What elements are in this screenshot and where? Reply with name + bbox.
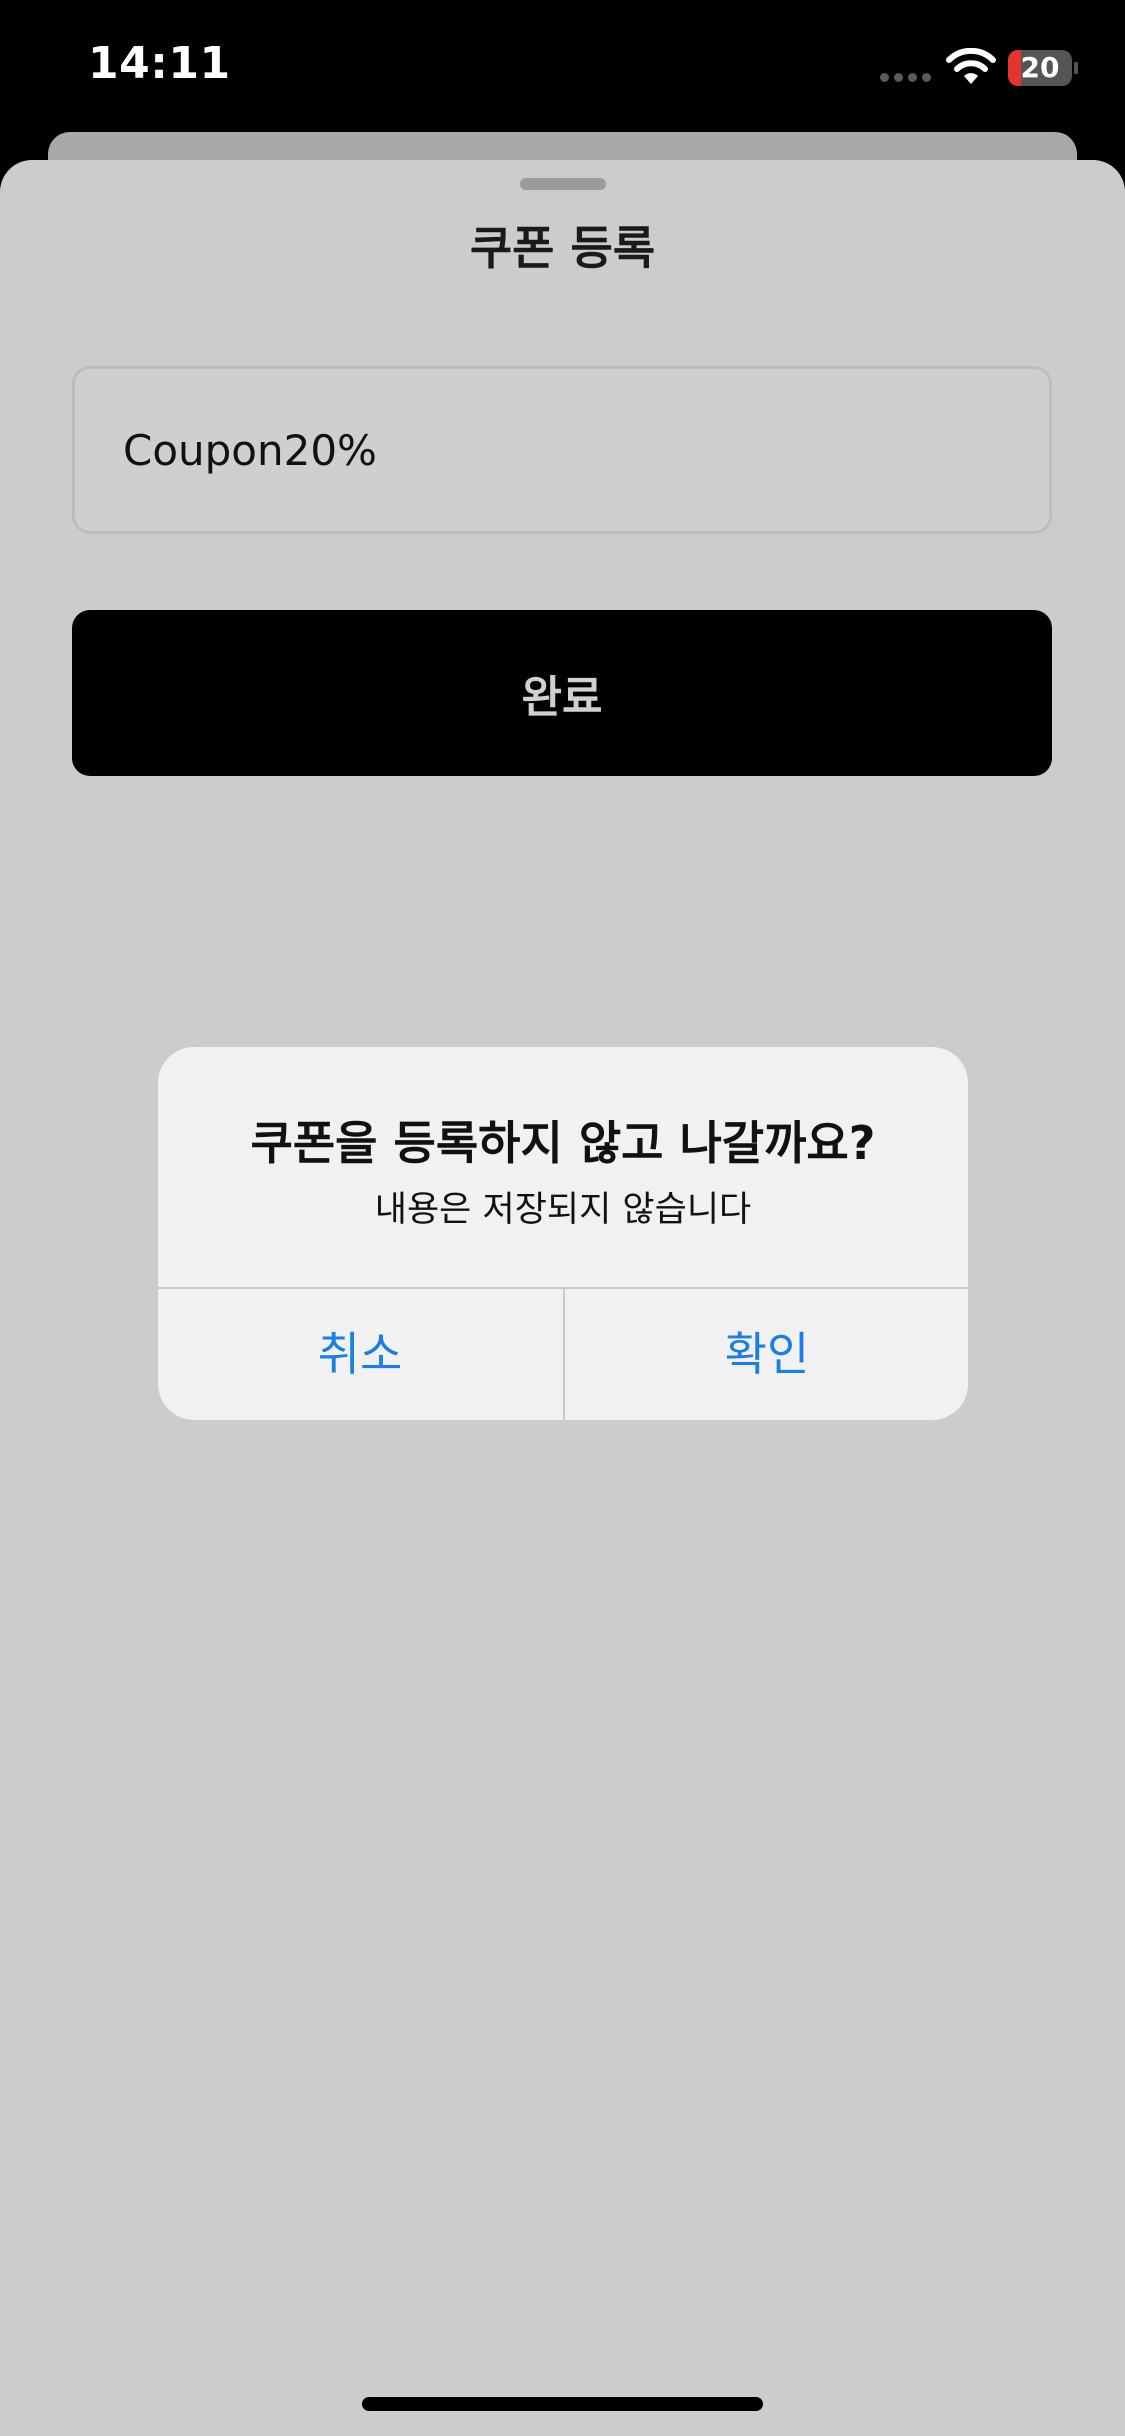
wifi-icon <box>946 48 996 84</box>
sheet-grabber[interactable] <box>520 178 606 190</box>
cancel-button[interactable]: 취소 <box>158 1289 562 1420</box>
alert-title: 쿠폰을 등록하지 않고 나갈까요? <box>250 1116 876 1170</box>
coupon-code-input[interactable] <box>72 366 1052 534</box>
status-bar: 14:11 20 <box>0 0 1125 132</box>
page-title: 쿠폰 등록 <box>469 221 656 275</box>
signal-dots-icon <box>880 73 934 85</box>
done-button[interactable]: 완료 <box>72 610 1052 776</box>
confirm-button[interactable]: 확인 <box>565 1289 968 1420</box>
status-time: 14:11 <box>88 38 231 89</box>
alert-message: 내용은 저장되지 않습니다 <box>374 1190 752 1230</box>
exit-confirm-alert: 쿠폰을 등록하지 않고 나갈까요? 내용은 저장되지 않습니다 취소 확인 <box>158 1047 968 1420</box>
battery-level: 20 <box>1020 51 1060 84</box>
home-indicator[interactable] <box>362 2397 763 2411</box>
battery-icon: 20 <box>1008 50 1078 86</box>
